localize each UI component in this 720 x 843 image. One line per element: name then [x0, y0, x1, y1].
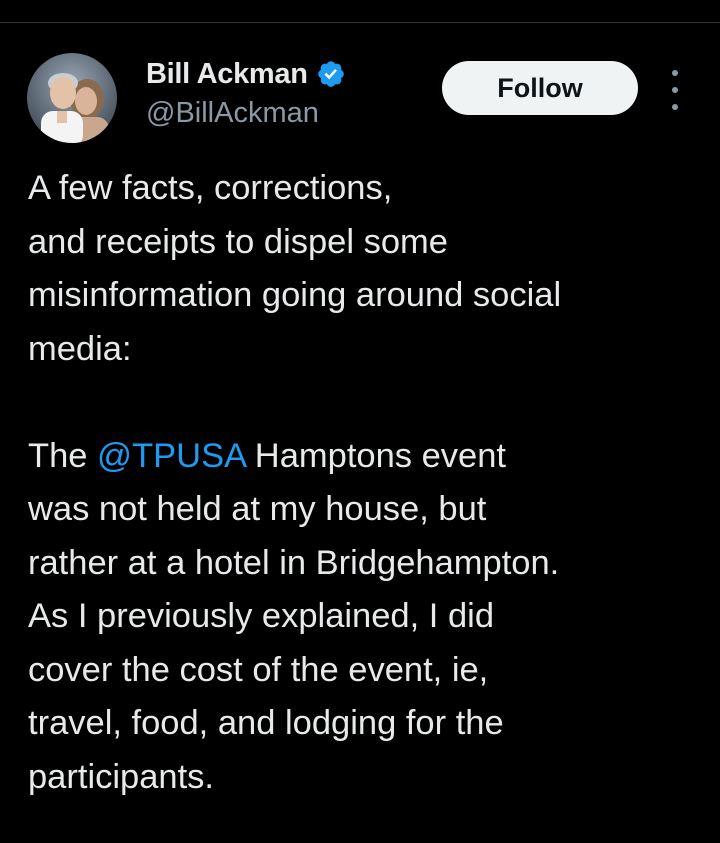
tweet-line: and receipts to dispel some [28, 222, 448, 261]
tweet-text-segment: The [28, 436, 88, 475]
tweet-line: travel, food, and lodging for the [28, 704, 504, 742]
tweet-line: was not held at my house, but [28, 490, 487, 528]
tweet-line: misinformation going around social [28, 276, 562, 314]
more-dot [672, 104, 678, 110]
author-handle[interactable]: @BillAckman [146, 97, 319, 130]
divider [0, 22, 720, 23]
tweet-line: cover the cost of the event, ie, [28, 650, 489, 689]
tweet-text: A few facts, corrections, and receipts t… [28, 162, 708, 804]
more-dot [672, 87, 678, 93]
tweet-line: media: [28, 329, 132, 368]
tweet-line: rather at a hotel in Bridgehampton. [28, 543, 560, 582]
tweet-line: participants. [28, 757, 215, 796]
verified-badge-icon [317, 61, 344, 87]
tweet-line: As I previously explained, I did [28, 597, 495, 635]
tweet-line: A few facts, corrections, [28, 169, 393, 207]
paragraph-break [28, 376, 708, 430]
follow-button[interactable]: Follow [442, 61, 638, 115]
author-name-row[interactable]: Bill Ackman [146, 56, 346, 92]
more-dot [672, 70, 678, 76]
author-display-name[interactable]: Bill Ackman [146, 58, 308, 91]
tweet-line: The @TPUSA Hamptons event [28, 430, 708, 484]
tweet-text-segment: Hamptons event [254, 436, 507, 475]
avatar-image [27, 53, 117, 143]
avatar[interactable] [27, 53, 117, 143]
more-vertical-icon[interactable] [664, 70, 686, 110]
mention-link[interactable]: @TPUSA [97, 437, 245, 475]
